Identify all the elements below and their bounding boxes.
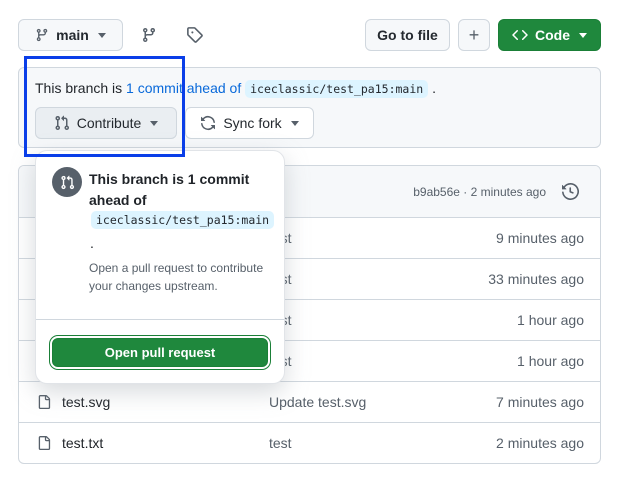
branch-name: main (56, 27, 89, 43)
go-to-file-button[interactable]: Go to file (365, 19, 450, 51)
commit-time: 1 hour ago (517, 353, 584, 369)
git-pull-request-icon (54, 115, 70, 131)
git-pull-request-icon (52, 167, 82, 197)
contribute-label: Contribute (76, 115, 142, 131)
file-name[interactable]: test.txt (62, 435, 103, 451)
commits-ahead-link[interactable]: 1 commit ahead of (126, 80, 241, 96)
commit-time: 33 minutes ago (488, 271, 584, 287)
branch-status-text: This branch is 1 commit ahead of iceclas… (35, 80, 436, 98)
table-row[interactable]: test.svg Update test.svg 7 minutes ago (19, 382, 600, 423)
code-label: Code (535, 27, 570, 43)
divider (36, 319, 284, 320)
commit-message[interactable]: test (269, 435, 292, 451)
file-icon (37, 394, 51, 413)
sync-fork-button[interactable]: Sync fork (185, 107, 314, 139)
file-name[interactable]: test.svg (62, 394, 110, 410)
popover-title: This branch is 1 commit ahead of (89, 171, 250, 208)
table-row[interactable]: test.txt test 2 minutes ago (19, 423, 600, 463)
status-suffix: . (432, 80, 436, 96)
chevron-down-icon (290, 120, 299, 126)
history-icon[interactable] (562, 182, 580, 203)
upstream-branch-pill[interactable]: iceclassic/test_pa15:main (245, 80, 429, 98)
latest-commit-info[interactable]: b9ab56e · 2 minutes ago (413, 185, 546, 199)
sync-icon (200, 115, 216, 131)
popover-description: Open a pull request to contribute your c… (89, 261, 264, 293)
chevron-down-icon (579, 32, 587, 38)
tag-icon[interactable] (186, 26, 203, 46)
commit-time: 2 minutes ago (496, 435, 584, 451)
upstream-branch-pill: iceclassic/test_pa15:main (91, 211, 275, 229)
branch-select-button[interactable]: main (18, 19, 123, 51)
contribute-button[interactable]: Contribute (35, 107, 177, 139)
commit-time: 9 minutes ago (496, 230, 584, 246)
code-button[interactable]: Code (498, 19, 601, 51)
commit-time: 1 hour ago (517, 312, 584, 328)
chevron-down-icon (97, 32, 106, 38)
commit-time: 7 minutes ago (496, 394, 584, 410)
code-icon (512, 27, 528, 43)
git-branch-icon[interactable] (141, 26, 157, 47)
git-branch-icon (35, 27, 49, 43)
status-prefix: This branch is (35, 80, 123, 96)
contribute-popover: This branch is 1 commit ahead of iceclas… (35, 150, 285, 384)
commit-message[interactable]: Update test.svg (269, 394, 366, 410)
open-pull-request-button[interactable]: Open pull request (52, 338, 268, 367)
add-file-button[interactable]: + (458, 19, 490, 51)
chevron-down-icon (150, 120, 159, 126)
file-icon (37, 435, 51, 454)
popover-title-period: . (90, 235, 94, 251)
plus-icon: + (468, 24, 480, 45)
go-to-file-label: Go to file (377, 27, 438, 43)
sync-fork-label: Sync fork (223, 115, 282, 131)
